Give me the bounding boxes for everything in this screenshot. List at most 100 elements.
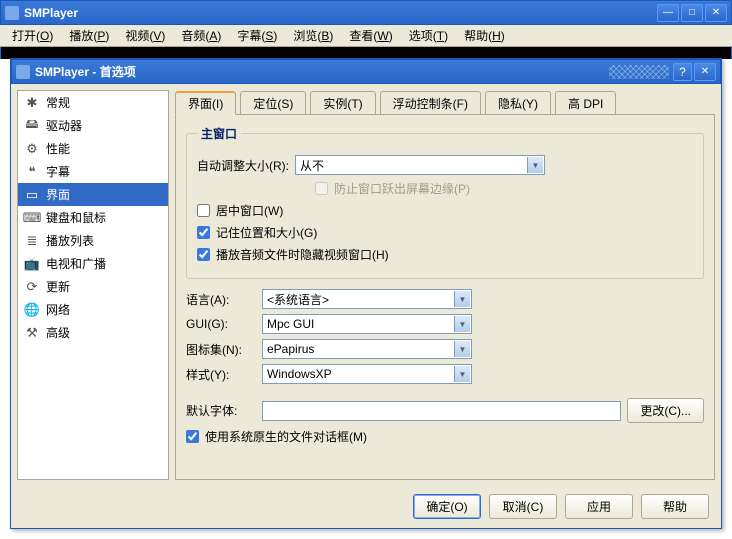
center-window-label[interactable]: 居中窗口(W) [216,202,283,219]
gui-value: Mpc GUI [267,317,314,331]
sidebar-icon: ⌨ [24,210,40,226]
sidebar-item-0[interactable]: ✱ 常规 [18,91,168,114]
sidebar-item-10[interactable]: ⚒高级 [18,321,168,344]
sidebar-item-label: 界面 [46,186,70,203]
iconset-combo[interactable]: ePapirus ▼ [262,339,472,359]
font-input[interactable] [262,401,621,421]
style-label: 样式(Y): [186,366,256,383]
autoresize-value: 从不 [300,157,324,174]
tab-4[interactable]: 隐私(Y) [485,91,551,115]
sidebar-item-label: 电视和广播 [46,255,106,272]
menu-a[interactable]: 音频(A) [173,25,229,46]
menu-b[interactable]: 浏览(B) [285,25,341,46]
native-file-dialog-label[interactable]: 使用系统原生的文件对话框(M) [205,428,367,445]
sidebar-item-2[interactable]: ⚙性能 [18,137,168,160]
prevent-offscreen-checkbox [315,182,328,195]
minimize-button[interactable]: — [657,4,679,22]
dialog-title: SMPlayer - 首选项 [35,63,609,80]
chevron-down-icon: ▼ [454,316,470,332]
help-button[interactable]: 帮助 [641,494,709,519]
sidebar-item-3[interactable]: ❝ 字幕 [18,160,168,183]
tab-bar: 界面(I)定位(S)实例(T)浮动控制条(F)隐私(Y)高 DPI [175,90,715,115]
native-file-dialog-checkbox[interactable] [186,430,199,443]
chevron-down-icon: ▼ [454,341,470,357]
tab-0[interactable]: 界面(I) [175,91,236,115]
main-title: SMPlayer [24,6,657,20]
menu-w[interactable]: 查看(W) [341,25,400,46]
center-window-checkbox[interactable] [197,204,210,217]
sidebar-item-label: 字幕 [46,163,70,180]
sidebar-icon: ✱ [24,95,40,111]
ok-button[interactable]: 确定(O) [413,494,481,519]
sidebar-item-8[interactable]: ⟳更新 [18,275,168,298]
gui-label: GUI(G): [186,317,256,331]
app-icon [16,65,30,79]
font-label: 默认字体: [186,402,256,419]
sidebar-icon: ⚙ [24,141,40,157]
sidebar-item-label: 更新 [46,278,70,295]
sidebar-item-label: 网络 [46,301,70,318]
chevron-down-icon: ▼ [454,366,470,382]
sidebar-icon: ▭ [24,187,40,203]
style-combo[interactable]: WindowsXP ▼ [262,364,472,384]
apply-button[interactable]: 应用 [565,494,633,519]
context-help-button[interactable]: ? [673,63,692,81]
tab-2[interactable]: 实例(T) [310,91,375,115]
interface-tab-panel: 主窗口 自动调整大小(R): 从不 ▼ 防止窗口跃出屏幕边缘(P) [175,115,715,480]
close-button[interactable]: ✕ [705,4,727,22]
preferences-dialog: SMPlayer - 首选项 ? ✕ ✱ 常规 🖴 驱动器 ⚙性能 ❝ 字幕 ▭ 界面 ⌨ 键盘和鼠… [10,58,722,529]
app-icon [5,6,19,20]
chevron-down-icon: ▼ [454,291,470,307]
prevent-offscreen-label: 防止窗口跃出屏幕边缘(P) [334,180,470,197]
sidebar-item-7[interactable]: 📺 电视和广播 [18,252,168,275]
sidebar-item-1[interactable]: 🖴 驱动器 [18,114,168,137]
menu-s[interactable]: 字幕(S) [229,25,285,46]
menu-h[interactable]: 帮助(H) [456,25,513,46]
autoresize-combo[interactable]: 从不 ▼ [295,155,545,175]
sidebar-icon: 🖴 [24,118,40,134]
titlebar-grip [609,65,669,79]
iconset-value: ePapirus [267,342,314,356]
language-value: <系统语言> [267,291,329,308]
gui-combo[interactable]: Mpc GUI ▼ [262,314,472,334]
remember-position-checkbox[interactable] [197,226,210,239]
dialog-titlebar: SMPlayer - 首选项 ? ✕ [11,59,721,84]
tab-5[interactable]: 高 DPI [555,91,616,115]
sidebar-item-label: 驱动器 [46,117,82,134]
dialog-close-button[interactable]: ✕ [694,63,716,81]
style-value: WindowsXP [267,367,332,381]
change-font-button[interactable]: 更改(C)... [627,398,704,423]
dialog-footer: 确定(O) 取消(C) 应用 帮助 [11,486,721,527]
sidebar-item-label: 播放列表 [46,232,94,249]
sidebar-item-5[interactable]: ⌨ 键盘和鼠标 [18,206,168,229]
main-titlebar: SMPlayer — □ ✕ [0,0,732,25]
sidebar-icon: ❝ [24,164,40,180]
tab-1[interactable]: 定位(S) [240,91,306,115]
sidebar-item-label: 键盘和鼠标 [46,209,106,226]
main-window-legend: 主窗口 [197,125,241,142]
sidebar-item-6[interactable]: ≣ 播放列表 [18,229,168,252]
menu-p[interactable]: 播放(P) [61,25,117,46]
chevron-down-icon: ▼ [527,157,543,173]
sidebar-item-9[interactable]: 🌐 网络 [18,298,168,321]
hide-video-audio-label[interactable]: 播放音频文件时隐藏视频窗口(H) [216,246,389,263]
hide-video-audio-checkbox[interactable] [197,248,210,261]
sidebar-item-label: 常规 [46,94,70,111]
sidebar-icon: ⚒ [24,325,40,341]
iconset-label: 图标集(N): [186,341,256,358]
menu-o[interactable]: 打开(O) [4,25,61,46]
cancel-button[interactable]: 取消(C) [489,494,557,519]
main-window-group: 主窗口 自动调整大小(R): 从不 ▼ 防止窗口跃出屏幕边缘(P) [186,125,704,279]
sidebar-icon: ≣ [24,233,40,249]
tab-3[interactable]: 浮动控制条(F) [380,91,481,115]
category-sidebar: ✱ 常规 🖴 驱动器 ⚙性能 ❝ 字幕 ▭ 界面 ⌨ 键盘和鼠标 ≣ 播放列表 📺 电视和广播 ⟳更新 🌐 网络 ⚒… [17,90,169,480]
maximize-button[interactable]: □ [681,4,703,22]
remember-position-label[interactable]: 记住位置和大小(G) [216,224,317,241]
autoresize-label: 自动调整大小(R): [197,157,289,174]
menu-v[interactable]: 视频(V) [117,25,173,46]
language-combo[interactable]: <系统语言> ▼ [262,289,472,309]
sidebar-icon: 📺 [24,256,40,272]
sidebar-item-4[interactable]: ▭ 界面 [18,183,168,206]
menu-t[interactable]: 选项(T) [401,25,456,46]
sidebar-icon: 🌐 [24,302,40,318]
